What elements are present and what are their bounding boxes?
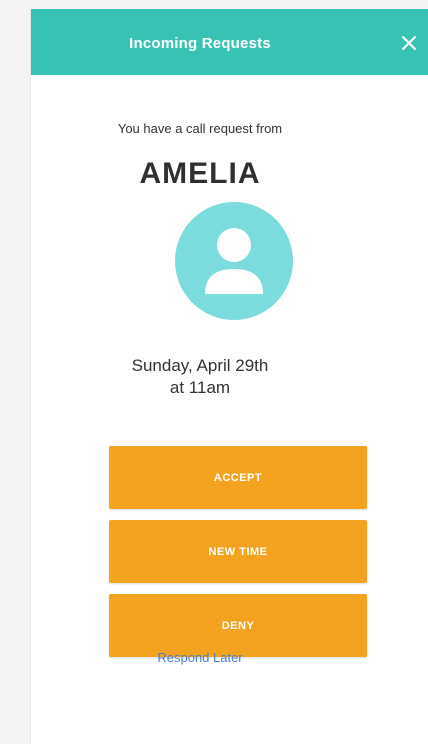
- request-prompt: You have a call request from: [117, 121, 283, 136]
- respond-later-link[interactable]: Respond Later: [31, 650, 369, 665]
- incoming-requests-modal: Incoming Requests You have a call reques…: [30, 9, 428, 744]
- modal-title: Incoming Requests: [129, 35, 271, 52]
- caller-name: AMELIA: [139, 157, 261, 190]
- deny-button[interactable]: DENY: [109, 594, 367, 657]
- avatar: [175, 202, 293, 320]
- request-date: Sunday, April 29th: [131, 356, 269, 375]
- person-icon: [205, 228, 263, 294]
- close-button[interactable]: [397, 31, 421, 55]
- request-datetime: Sunday, April 29th at 11am: [31, 355, 369, 399]
- request-time: at 11am: [169, 378, 231, 397]
- modal-header: Incoming Requests: [31, 9, 428, 75]
- close-icon: [402, 36, 416, 50]
- new-time-button[interactable]: NEW TIME: [109, 520, 367, 583]
- accept-button[interactable]: ACCEPT: [109, 446, 367, 509]
